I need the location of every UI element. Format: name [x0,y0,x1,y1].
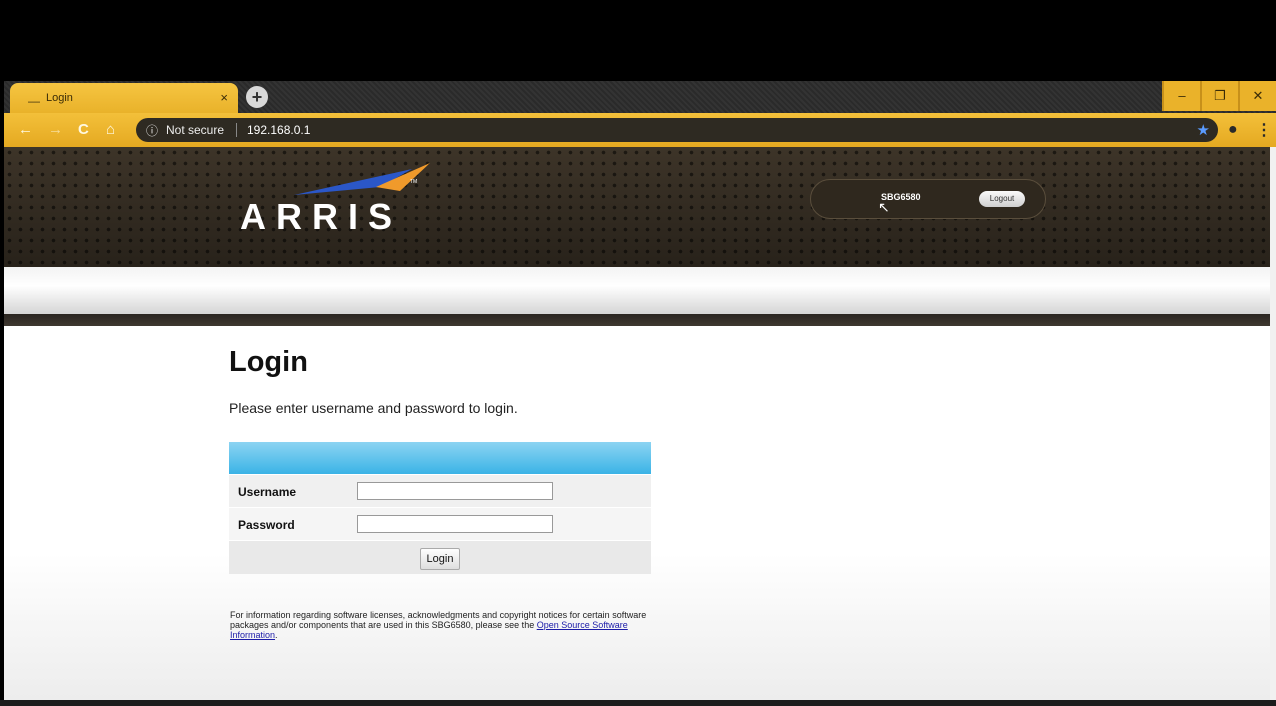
notice-suffix: . [275,630,278,640]
password-row: Password [229,507,651,540]
login-instructions: Please enter username and password to lo… [229,400,518,416]
header-shade [4,147,1270,267]
page-title: Login [229,346,308,378]
browser-window: — Login × + – ❐ ✕ ← → C ⌂ ⓘ Not secure 1… [4,81,1276,706]
form-header [229,442,651,474]
toolbar: ← → C ⌂ ⓘ Not secure 192.168.0.1 ★ ● ⋮ [4,113,1276,147]
tab-close-icon[interactable]: × [220,90,228,105]
url-text[interactable]: 192.168.0.1 [247,123,310,137]
login-button[interactable]: Login [420,548,460,570]
reload-icon[interactable]: C [78,121,89,138]
tab-strip: — Login × + – ❐ ✕ [4,81,1276,113]
password-input[interactable] [357,515,553,533]
username-row: Username [229,474,651,507]
security-label: Not secure [166,123,225,137]
arris-swoosh-icon: TM [294,163,430,195]
site-header: TM ARRIS SBG6580 Logout ↖ [4,147,1270,267]
minimize-button[interactable]: – [1162,81,1200,111]
username-input[interactable] [357,482,553,500]
nav-bar-border [4,314,1270,326]
close-window-button[interactable]: ✕ [1238,81,1276,111]
main-content: Login Please enter username and password… [4,326,1270,706]
video-letterbox-top [0,0,1276,81]
nav-bar [4,267,1270,314]
window-controls: – ❐ ✕ [1162,81,1276,111]
submit-row: Login [229,540,651,574]
address-bar[interactable]: ⓘ Not secure 192.168.0.1 ★ [136,118,1218,142]
mouse-cursor-icon: ↖ [878,199,890,215]
tab-title: Login [46,92,73,104]
username-label: Username [238,485,297,499]
login-form: Username Password Login [229,442,651,574]
device-panel: SBG6580 Logout [810,179,1046,219]
restore-button[interactable]: ❐ [1200,81,1238,111]
divider [236,123,237,137]
kebab-menu-icon[interactable]: ⋮ [1256,120,1272,140]
new-tab-button[interactable]: + [246,86,268,108]
info-icon[interactable]: ⓘ [146,122,158,139]
license-notice: For information regarding software licen… [230,610,650,640]
bookmark-star-icon[interactable]: ★ [1197,121,1210,139]
vertical-scrollbar[interactable] [1270,147,1276,706]
forward-icon[interactable]: → [48,121,63,138]
tab-login[interactable]: — Login × [10,83,238,113]
home-icon[interactable]: ⌂ [106,121,115,138]
page-viewport: TM ARRIS SBG6580 Logout ↖ Login Please e… [4,147,1270,706]
loading-icon: — [28,94,40,108]
logout-button[interactable]: Logout [979,191,1025,207]
back-icon[interactable]: ← [18,121,33,138]
arris-logo: ARRIS [240,196,403,237]
video-letterbox-bottom [0,700,1276,706]
profile-avatar-icon[interactable]: ● [1228,121,1238,139]
svg-text:TM: TM [410,179,417,185]
password-label: Password [238,518,295,532]
